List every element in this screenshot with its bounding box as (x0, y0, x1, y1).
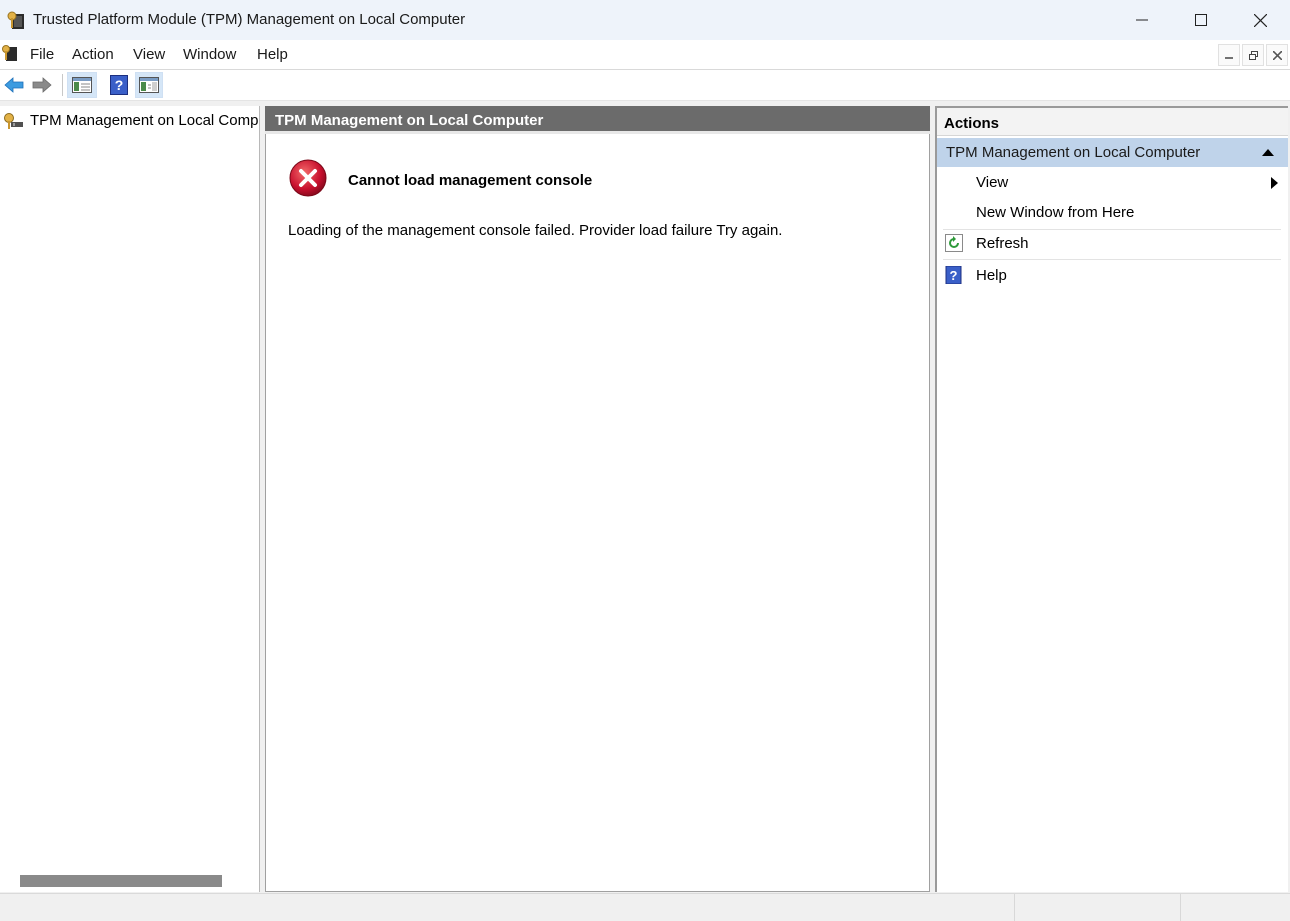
submenu-arrow-icon (1271, 177, 1278, 189)
menu-help[interactable]: Help (257, 46, 288, 63)
tpm-key-icon[interactable] (2, 44, 18, 62)
action-refresh-label: Refresh (976, 235, 1029, 252)
back-button[interactable] (2, 72, 26, 98)
refresh-icon (945, 234, 963, 252)
status-cell (1014, 894, 1181, 921)
menu-window[interactable]: Window (183, 46, 236, 63)
close-button[interactable] (1231, 0, 1289, 40)
result-pane: TPM Management on Local Computer Cannot … (265, 106, 930, 892)
back-arrow-icon (4, 77, 24, 93)
maximize-button[interactable] (1172, 0, 1230, 40)
action-view-label: View (976, 174, 1009, 191)
result-pane-header: TPM Management on Local Computer (265, 106, 930, 134)
restore-icon (1248, 50, 1258, 60)
error-message: Loading of the management console failed… (288, 222, 783, 239)
close-icon (1253, 13, 1267, 27)
close-icon (1272, 50, 1282, 60)
actions-title: Actions (944, 115, 1000, 132)
minimize-icon (1136, 19, 1148, 21)
toolbar: ? (0, 70, 1290, 101)
status-bar (0, 893, 1290, 921)
error-icon (289, 159, 327, 197)
minimize-button[interactable] (1113, 0, 1171, 40)
help-icon: ? (945, 266, 962, 284)
actions-pane: Actions TPM Management on Local Computer… (935, 106, 1288, 892)
svg-text:?: ? (950, 268, 958, 283)
collapse-up-icon[interactable] (1262, 149, 1274, 156)
action-new-window-label: New Window from Here (976, 204, 1135, 221)
toolbar-separator (62, 74, 63, 96)
horizontal-scrollbar[interactable] (20, 875, 222, 887)
menu-view[interactable]: View (133, 46, 165, 63)
actions-group-tpm[interactable]: TPM Management on Local Computer (937, 138, 1288, 167)
child-minimize-button[interactable] (1218, 44, 1240, 66)
actions-divider (943, 259, 1281, 260)
result-pane-title: TPM Management on Local Computer (275, 112, 544, 129)
status-cell (1180, 894, 1290, 921)
tpm-key-icon (7, 11, 24, 29)
action-view[interactable]: View (937, 168, 1288, 198)
help-button[interactable]: ? (106, 72, 132, 98)
child-close-button[interactable] (1266, 44, 1288, 66)
action-help-label: Help (976, 267, 1007, 284)
actions-header: Actions (937, 108, 1288, 136)
tree-item-tpm-management[interactable]: TPM Management on Local Computer (0, 110, 259, 132)
child-restore-button[interactable] (1242, 44, 1264, 66)
forward-arrow-icon (32, 77, 52, 93)
menu-action[interactable]: Action (72, 46, 114, 63)
show-hide-console-tree-button[interactable] (67, 72, 97, 98)
help-icon: ? (110, 75, 128, 95)
tree-item-label: TPM Management on Local Computer (30, 112, 259, 129)
menu-bar: File Action View Window Help (0, 40, 1290, 70)
show-hide-console-tree-icon (72, 77, 92, 93)
actions-group-label: TPM Management on Local Computer (946, 144, 1201, 161)
maximize-icon (1195, 14, 1207, 26)
forward-button[interactable] (30, 72, 54, 98)
show-hide-action-pane-button[interactable] (135, 72, 163, 98)
window-title: Trusted Platform Module (TPM) Management… (33, 11, 466, 28)
show-hide-action-pane-icon (139, 77, 159, 93)
console-tree-pane: TPM Management on Local Computer (0, 106, 260, 892)
title-bar: Trusted Platform Module (TPM) Management… (0, 0, 1290, 40)
svg-text:?: ? (115, 77, 124, 93)
action-refresh[interactable]: Refresh (937, 229, 1288, 259)
minimize-icon (1225, 57, 1233, 59)
tpm-management-icon (4, 113, 23, 129)
menu-file[interactable]: File (30, 46, 54, 63)
action-help[interactable]: ? Help (937, 261, 1288, 291)
action-new-window[interactable]: New Window from Here (937, 198, 1288, 228)
error-title: Cannot load management console (348, 172, 593, 189)
